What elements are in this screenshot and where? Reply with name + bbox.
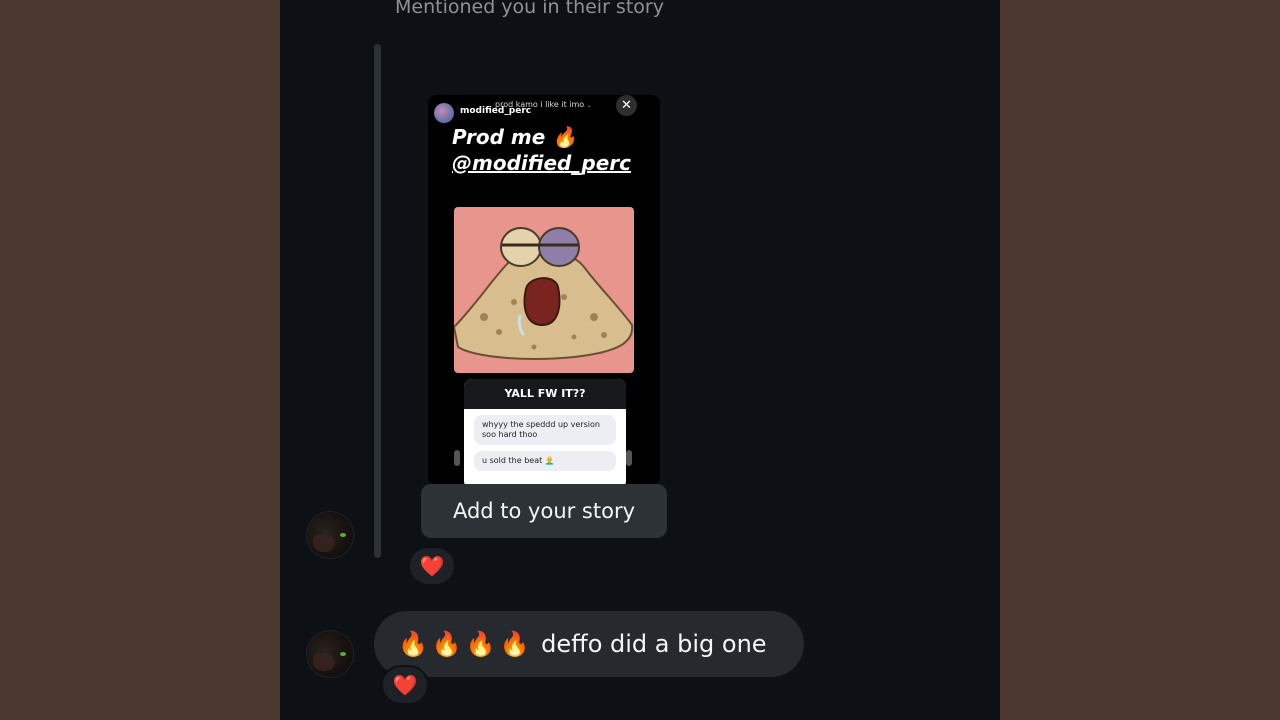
right-backdrop	[1000, 0, 1280, 720]
message-bubble[interactable]: 🔥🔥🔥🔥 deffo did a big one	[374, 611, 804, 677]
chevron-down-icon: ⌄	[586, 102, 592, 109]
message-text: deffo did a big one	[541, 630, 767, 658]
story-reaction-heart[interactable]: ❤️	[408, 546, 456, 586]
avatar-figure	[313, 534, 335, 552]
close-icon[interactable]: ✕	[616, 95, 637, 116]
cover-art-image	[454, 207, 634, 373]
reply-thread-bar	[374, 44, 381, 558]
story-preview-card[interactable]: modified_perc prod kamo i like it imo ⌄ …	[428, 95, 660, 485]
add-to-your-story-button[interactable]: Add to your story	[421, 484, 667, 538]
avatar[interactable]	[306, 630, 354, 678]
left-backdrop	[0, 0, 280, 720]
story-headline: Prod me 🔥	[452, 125, 578, 149]
sticker-scroll-left	[454, 450, 460, 466]
story-mention-tag[interactable]: @modified_perc	[452, 150, 631, 176]
avatar-eye	[340, 533, 346, 537]
story-song-title: prod kamo i like it imo	[495, 100, 585, 109]
message-reaction-heart[interactable]: ❤️	[381, 665, 429, 705]
question-title: YALL FW IT??	[464, 379, 626, 409]
question-sticker[interactable]: YALL FW IT?? whyyy the speddd up version…	[464, 379, 626, 485]
avatar-eye	[340, 652, 346, 656]
avatar[interactable]	[306, 511, 354, 559]
question-answer: whyyy the speddd up version soo hard tho…	[474, 415, 616, 445]
story-user-avatar	[434, 103, 454, 123]
question-answer: u sold the beat 👨‍🦲	[474, 451, 616, 471]
dm-thread-screen: Mentioned you in their story modified_pe…	[280, 0, 1000, 720]
fire-emoji: 🔥🔥🔥🔥	[398, 630, 534, 658]
sticker-scroll-right	[626, 450, 632, 466]
story-mention-caption: Mentioned you in their story	[395, 0, 664, 18]
story-music-label: prod kamo i like it imo ⌄	[495, 100, 592, 109]
avatar-figure	[313, 653, 335, 671]
